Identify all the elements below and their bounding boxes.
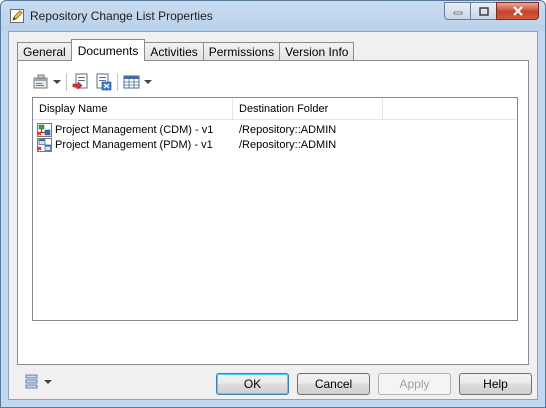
tab-general[interactable]: General — [17, 42, 72, 61]
more-options-button[interactable] — [23, 373, 52, 391]
document-name: Project Management (CDM) - v1 — [55, 123, 214, 136]
maximize-button[interactable] — [470, 2, 496, 20]
list-item[interactable]: Project Management (PDM) - v1 /Repositor… — [33, 137, 517, 152]
chevron-down-icon — [53, 80, 61, 84]
help-button[interactable]: Help — [459, 373, 532, 395]
caption-buttons — [444, 2, 539, 20]
cell-display-name: Project Management (CDM) - v1 — [33, 122, 233, 137]
dialog-body: General Documents Activities Permissions… — [8, 31, 538, 400]
remove-documents-icon — [96, 73, 112, 91]
maximize-icon — [478, 6, 489, 16]
tab-activities[interactable]: Activities — [144, 42, 204, 61]
cell-destination-folder: /Repository::ADMIN — [239, 138, 337, 151]
customize-columns-icon — [123, 75, 140, 89]
list-header: Display Name Destination Folder — [33, 98, 517, 120]
pdm-model-icon — [37, 137, 52, 152]
documents-tab-panel: Display Name Destination Folder Project … — [17, 60, 529, 365]
apply-button[interactable]: Apply — [378, 373, 451, 395]
toolbar-separator — [117, 73, 118, 91]
add-documents-icon — [72, 73, 88, 90]
tab-version-info[interactable]: Version Info — [279, 42, 355, 61]
properties-dialog: Repository Change List Properties Genera… — [0, 0, 546, 408]
list-item[interactable]: Project Management (CDM) - v1 /Repositor… — [33, 122, 517, 137]
close-button[interactable] — [496, 2, 539, 20]
document-name: Project Management (PDM) - v1 — [55, 138, 213, 151]
window-title: Repository Change List Properties — [30, 9, 213, 23]
minimize-icon — [453, 11, 462, 15]
title-bar[interactable]: Repository Change List Properties — [1, 1, 545, 31]
chevron-down-icon — [144, 80, 152, 84]
pencil-edit-icon — [10, 9, 24, 23]
tab-documents[interactable]: Documents — [70, 39, 146, 61]
column-header-display-name[interactable]: Display Name — [33, 98, 233, 120]
cell-destination-folder: /Repository::ADMIN — [239, 123, 337, 136]
properties-icon — [33, 74, 48, 89]
toolbar-separator — [66, 73, 67, 91]
close-icon — [512, 6, 523, 16]
remove-documents-button[interactable] — [94, 71, 112, 93]
cdm-model-icon — [37, 122, 52, 137]
cell-display-name: Project Management (PDM) - v1 — [33, 137, 233, 152]
list-rows: Project Management (CDM) - v1 /Repositor… — [33, 122, 517, 152]
chevron-down-icon — [44, 380, 52, 384]
properties-button[interactable] — [32, 71, 61, 93]
documents-list[interactable]: Display Name Destination Folder Project … — [32, 97, 518, 321]
minimize-button[interactable] — [444, 2, 470, 20]
column-header-destination-folder[interactable]: Destination Folder — [233, 98, 383, 120]
column-header-filler — [383, 98, 517, 120]
customize-columns-button[interactable] — [123, 71, 152, 93]
list-toolbar — [32, 71, 152, 93]
add-documents-button[interactable] — [72, 71, 90, 93]
more-options-icon — [25, 374, 38, 389]
tab-strip: General Documents Activities Permissions… — [17, 39, 355, 61]
cancel-button[interactable]: Cancel — [297, 373, 370, 395]
ok-button[interactable]: OK — [216, 373, 289, 395]
tab-permissions[interactable]: Permissions — [202, 42, 281, 61]
